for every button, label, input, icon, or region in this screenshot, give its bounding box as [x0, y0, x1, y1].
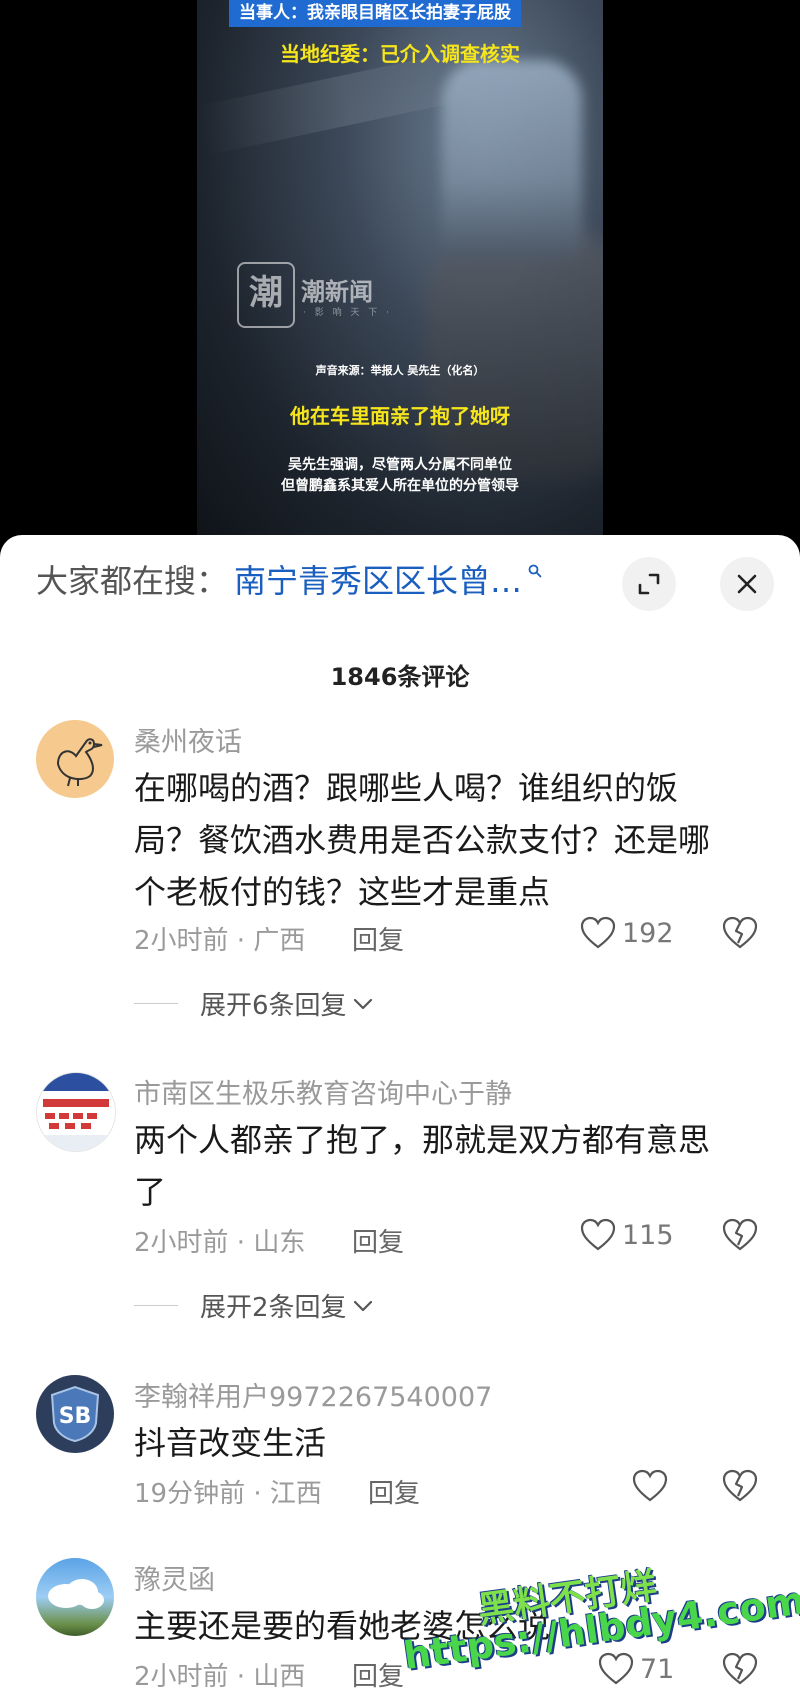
heart-icon [632, 1469, 668, 1502]
video-figure-shadow [427, 230, 603, 480]
comment-text: 在哪喝的酒？跟哪些人喝？谁组织的饭 局？餐饮酒水费用是否公款支付？还是哪 个老板… [134, 762, 754, 918]
expand-divider [134, 1003, 178, 1004]
comment-meta: 2小时前 · 广西 [134, 926, 306, 956]
reply-button[interactable]: 回复 [352, 1656, 404, 1693]
trending-search-label: 大家都在搜： [36, 562, 229, 600]
like-button[interactable]: 192 [580, 916, 674, 950]
heart-icon [598, 1652, 634, 1685]
news-logo-icon: 潮 [237, 262, 295, 328]
comment-username[interactable]: 市南区生极乐教育咨询中心于静 [134, 1072, 512, 1111]
trending-search-term[interactable]: 南宁青秀区区长曾… [234, 556, 522, 602]
news-logo-name: 潮新闻 [301, 278, 373, 306]
comment-text-line: 抖音改变生活 [134, 1424, 327, 1462]
comment-meta: 2小时前 · 山东 [134, 1228, 306, 1258]
video-player[interactable]: 当事人：我亲眼目睹区长拍妻子屁股 当地纪委：已介入调查核实 潮 潮新闻 · 影 … [0, 0, 800, 545]
comment-sheet: 大家都在搜： 南宁青秀区区长曾… 1846条评论 桑州夜话 在哪喝的酒？跟哪些人… [0, 535, 800, 1698]
like-button[interactable]: 115 [580, 1218, 674, 1252]
dislike-button[interactable] [722, 916, 758, 954]
video-caption-sub: 当地纪委：已介入调查核实 [280, 42, 520, 66]
comment-text-line: 在哪喝的酒？跟哪些人喝？谁组织的饭 [134, 769, 679, 807]
comment-text-line: 两个人都亲了抱了，那就是双方都有意思 [134, 1121, 711, 1159]
video-caption-quote: 他在车里面亲了抱了她呀 [290, 404, 510, 428]
broken-heart-icon [722, 916, 758, 949]
close-button[interactable] [720, 557, 774, 611]
broken-heart-icon [722, 1469, 758, 1502]
broken-heart-icon [722, 1652, 758, 1685]
expand-replies[interactable]: 展开2条回复 [134, 1287, 375, 1324]
dislike-button[interactable] [722, 1218, 758, 1256]
like-count: 115 [622, 1219, 674, 1251]
sky-avatar-icon [48, 1579, 104, 1609]
video-figure [442, 60, 582, 260]
search-icon [528, 564, 542, 578]
avatar[interactable] [36, 720, 114, 798]
expand-divider [134, 1305, 178, 1306]
like-count: 192 [622, 917, 674, 949]
comment-text: 两个人都亲了抱了，那就是双方都有意思 了 [134, 1114, 754, 1218]
reply-button[interactable]: 回复 [352, 920, 404, 957]
comment-text-line: 个老板付的钱？这些才是重点 [134, 873, 551, 911]
shield-logo-avatar-icon: SB [50, 1385, 100, 1443]
comment-text-line: 了 [134, 1173, 167, 1211]
avatar[interactable] [36, 1558, 114, 1636]
comment-text: 抖音改变生活 [134, 1417, 754, 1469]
svg-text:SB: SB [59, 1404, 92, 1429]
chevron-down-icon [353, 998, 372, 1009]
video-caption-note-2: 但曾鹏鑫系其爱人所在单位的分管领导 [281, 478, 519, 494]
expand-button[interactable] [622, 557, 676, 611]
avatar[interactable]: SB [36, 1375, 114, 1453]
duck-avatar-icon [56, 738, 103, 787]
like-button[interactable]: 71 [598, 1652, 674, 1686]
comment-count-heading: 1846条评论 [330, 663, 470, 691]
expand-replies-label: 展开2条回复 [200, 1293, 347, 1323]
video-caption-top: 当事人：我亲眼目睹区长拍妻子屁股 [229, 0, 521, 27]
news-logo-tagline: · 影 响 天 下 · [303, 308, 393, 318]
dislike-button[interactable] [722, 1469, 758, 1507]
video-caption-note-1: 吴先生强调，尽管两人分属不同单位 [288, 457, 512, 473]
heart-icon [580, 916, 616, 949]
video-frame[interactable]: 当事人：我亲眼目睹区长拍妻子屁股 当地纪委：已介入调查核实 潮 潮新闻 · 影 … [197, 0, 603, 545]
comment-meta: 19分钟前 · 江西 [134, 1479, 322, 1509]
close-icon [737, 574, 757, 594]
comment-text-line: 局？餐饮酒水费用是否公款支付？还是哪 [134, 821, 711, 859]
reply-button[interactable]: 回复 [368, 1473, 420, 1510]
video-caption-source: 声音来源：举报人 吴先生（化名） [315, 364, 485, 377]
banner-avatar-icon [37, 1073, 115, 1151]
like-button[interactable] [632, 1469, 668, 1503]
broken-heart-icon [722, 1218, 758, 1251]
comment-username[interactable]: 李翰祥用户9972267540007 [134, 1375, 492, 1414]
heart-icon [580, 1218, 616, 1251]
expand-replies-label: 展开6条回复 [200, 991, 347, 1021]
expand-icon [638, 573, 660, 595]
comment-meta: 2小时前 · 山西 [134, 1662, 306, 1692]
dislike-button[interactable] [722, 1652, 758, 1690]
comment-username[interactable]: 豫灵函 [134, 1558, 215, 1597]
like-count: 71 [640, 1653, 675, 1685]
trending-search[interactable]: 大家都在搜： 南宁青秀区区长曾… [36, 556, 542, 602]
chevron-down-icon [353, 1300, 372, 1311]
expand-replies[interactable]: 展开6条回复 [134, 985, 375, 1022]
reply-button[interactable]: 回复 [352, 1222, 404, 1259]
avatar[interactable] [36, 1072, 116, 1152]
comment-username[interactable]: 桑州夜话 [134, 720, 242, 759]
